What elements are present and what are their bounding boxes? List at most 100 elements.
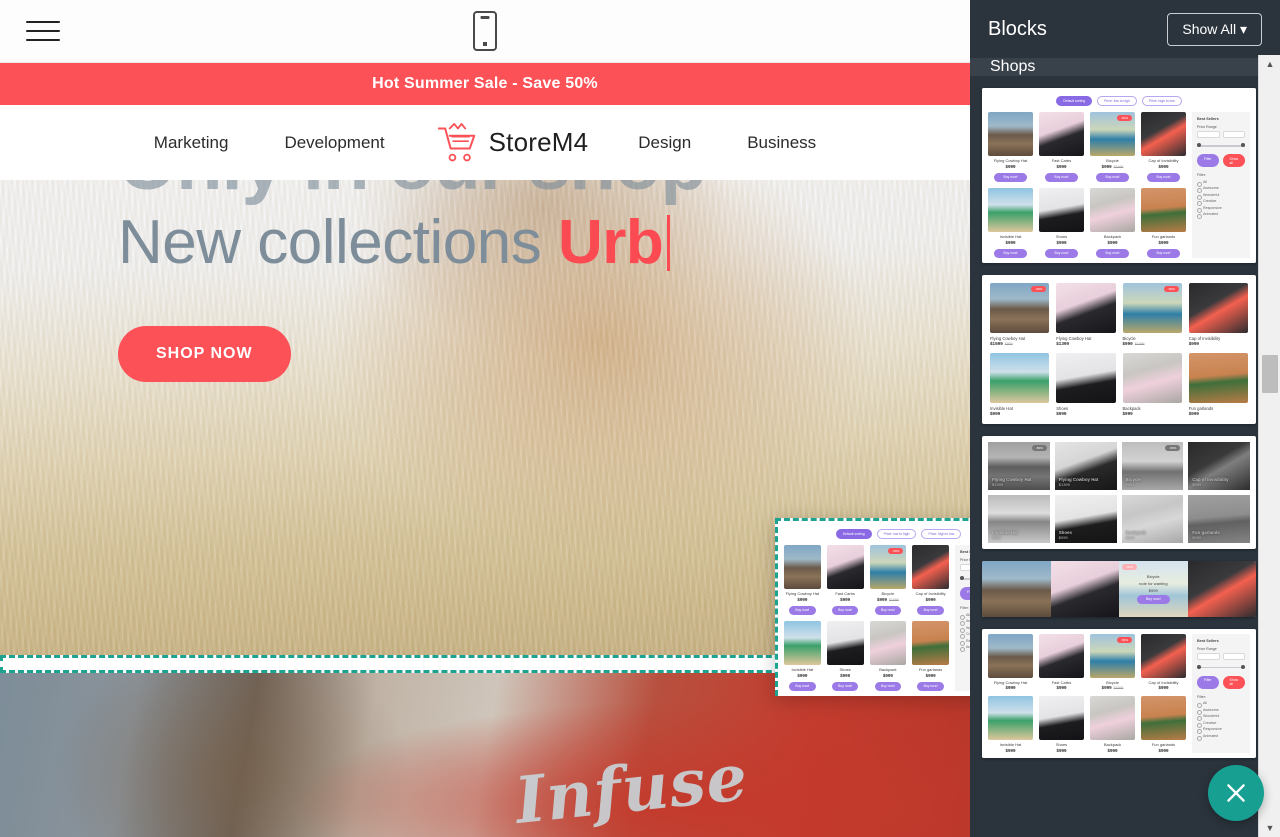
nav-link-business[interactable]: Business [719,133,844,153]
show-all-button[interactable]: Show All ▾ [1167,12,1262,46]
buy-now-button[interactable]: Buy now! [789,681,816,691]
buy-now-button[interactable]: Buy now! [1096,248,1129,258]
filter-option[interactable]: All [1197,180,1245,187]
product-card[interactable]: Invisible Hat $999 Buy now! [988,187,1033,258]
buy-now-button[interactable]: Buy now! [1045,172,1078,182]
product-card[interactable]: Shoes $999 Buy now! [1039,187,1084,258]
buy-now-button[interactable]: Buy now! [994,248,1027,258]
buy-now-button[interactable]: Buy now! [1147,172,1180,182]
product-card[interactable]: Shoes $999 Buy now! [826,620,864,691]
product-card[interactable]: Cap of Invisibility $999 [1141,633,1186,690]
scrollbar-thumb[interactable] [1262,355,1278,393]
filter-option[interactable]: Responsive [1197,727,1245,735]
buy-now-button[interactable]: Buy now! [994,172,1027,182]
product-card[interactable]: -50% Bicycle $999 $1999 Buy now! [869,545,907,615]
product-image[interactable] [1050,560,1119,617]
sort-pill-high-low[interactable]: Price: high to low [1141,96,1182,106]
filter-button[interactable]: Filter [1197,154,1219,167]
mobile-phone-icon[interactable] [473,11,497,51]
product-card[interactable]: Fast Carbs $999 Buy now! [1039,112,1084,182]
product-card[interactable]: -50% Flying Cowboy Hat $1599 $999 [990,282,1050,346]
show-all-products-button[interactable]: Show all [1222,675,1246,689]
block-thumbnail-shop-row-hover[interactable]: -50%Bicyclerode for wanting$999Buy now! [982,560,1256,617]
filter-button[interactable]: Filter [1197,675,1219,689]
product-card[interactable]: Flying Cowboy Hat $1399 [1054,441,1117,490]
price-range-slider[interactable] [960,575,970,583]
product-card[interactable]: Fast Carbs $999 [1039,633,1084,690]
price-max-input[interactable] [1222,652,1245,660]
product-card[interactable]: -50% Bicycle $999 $1999 [1122,282,1182,346]
product-card[interactable]: Flying Cowboy Hat $999 Buy now! [988,112,1033,182]
filter-option[interactable]: Wonderful [1197,193,1245,200]
promo-banner[interactable]: Hot Summer Sale - Save 50% [0,63,970,105]
product-card[interactable]: Fun garlands $999 [1188,352,1248,416]
price-min-input[interactable] [1197,131,1220,138]
scroll-down-arrow[interactable]: ▼ [1259,819,1280,837]
price-max-input[interactable] [1222,131,1245,138]
product-card[interactable]: Fun garlands $999 Buy now! [912,620,949,691]
product-card[interactable]: Invisible Hat $999 [990,352,1050,416]
block-thumbnail-shop-grid-sidebar-2[interactable]: Flying Cowboy Hat $999 Fast Carbs $999 -50% B… [982,628,1256,759]
buy-now-button[interactable]: Buy now! [1096,172,1129,182]
product-card[interactable]: Backpack $999 Buy now! [1090,187,1135,258]
product-card[interactable]: Shoes $999 [1054,494,1117,543]
site-brand[interactable]: StoreM4 [413,122,611,163]
drag-preview-block[interactable]: Default sorting Price: low to high Price… [775,518,970,696]
buy-now-button[interactable]: Buy now! [1147,248,1180,258]
scroll-up-arrow[interactable]: ▲ [1259,55,1280,73]
buy-now-button[interactable]: Buy now! [789,605,816,615]
product-image[interactable] [982,560,1051,617]
product-card[interactable]: Cap of Invisibility $999 [1188,441,1250,490]
product-card[interactable]: Invisible Hat $999 [988,494,1050,543]
nav-link-design[interactable]: Design [610,133,719,153]
nav-link-marketing[interactable]: Marketing [126,133,257,153]
sort-pill-default[interactable]: Default sorting [835,529,872,539]
product-card[interactable]: Flying Cowboy Hat $999 [988,633,1033,690]
filter-option[interactable]: Animated [1197,734,1245,741]
filter-option[interactable]: Creative [1197,721,1245,728]
product-card[interactable]: Fun garlands $999 [1141,696,1186,753]
product-image[interactable]: -50%Bicyclerode for wanting$999Buy now! [1119,560,1188,617]
buy-now-button[interactable]: Buy now! [917,681,944,691]
product-card[interactable]: Cap of Invisibility $999 Buy now! [912,545,949,615]
blocks-list[interactable]: Default sorting Price: low to high Price… [970,58,1268,837]
filter-option[interactable]: All [960,613,970,620]
filter-option[interactable]: Animated [960,645,970,652]
product-card[interactable]: Fast Carbs $999 Buy now! [826,545,864,615]
buy-now-button[interactable]: Buy now! [831,605,859,615]
product-card[interactable]: Invisible Hat $999 Buy now! [784,620,821,691]
product-card[interactable]: Flying Cowboy Hat $999 Buy now! [784,545,821,615]
product-card[interactable]: Fun garlands $999 [1188,494,1250,543]
product-card[interactable]: -50% Flying Cowboy Hat $1599 [988,441,1050,490]
filter-option[interactable]: Creative [1197,199,1245,206]
buy-now-button[interactable]: Buy now! [1136,594,1170,604]
filter-option[interactable]: Responsive [960,639,970,646]
product-card[interactable]: Flying Cowboy Hat $1399 [1056,282,1116,346]
product-card[interactable]: Backpack $999 [1121,494,1184,543]
site-canvas[interactable]: Hot Summer Sale - Save 50% Only in our s… [0,0,970,837]
price-range-slider[interactable] [1197,664,1245,672]
filter-option[interactable]: Creative [960,632,970,639]
product-card[interactable]: Backpack $999 Buy now! [869,620,907,691]
buy-now-button[interactable]: Buy now! [831,681,859,691]
buy-now-button[interactable]: Buy now! [917,605,944,615]
lower-photo-section[interactable] [0,673,970,837]
block-thumbnail-shop-grid-sidebar[interactable]: Default sorting Price: low to high Price… [982,88,1256,263]
nav-link-development[interactable]: Development [256,133,412,153]
product-card[interactable]: -50% Bicycle $999 [1121,441,1184,490]
filter-option[interactable]: Animated [1197,212,1245,219]
filter-button[interactable]: Filter [960,587,970,600]
block-thumbnail-shop-grayscale[interactable]: -50% Flying Cowboy Hat $1599 Flying Cowboy … [982,435,1256,549]
price-min-input[interactable] [960,564,970,571]
buy-now-button[interactable]: Buy now! [1045,248,1078,258]
panel-scrollbar[interactable]: ▲ ▼ [1258,55,1280,837]
product-card[interactable]: -50% Bicycle $999 $1999 Buy now! [1090,112,1135,182]
product-card[interactable]: Shoes $999 [1039,696,1084,753]
product-card[interactable]: -50% Bicycle $999 $1999 [1090,633,1135,690]
product-card[interactable]: Fun garlands $999 Buy now! [1141,187,1186,258]
filter-option[interactable]: Responsive [1197,206,1245,213]
product-card[interactable]: Invisible Hat $999 [988,696,1033,753]
filter-option[interactable]: Awesome [1197,186,1245,193]
sort-pill-high-low[interactable]: Price: high to low [921,529,962,539]
show-all-products-button[interactable]: Show all [1222,154,1246,167]
